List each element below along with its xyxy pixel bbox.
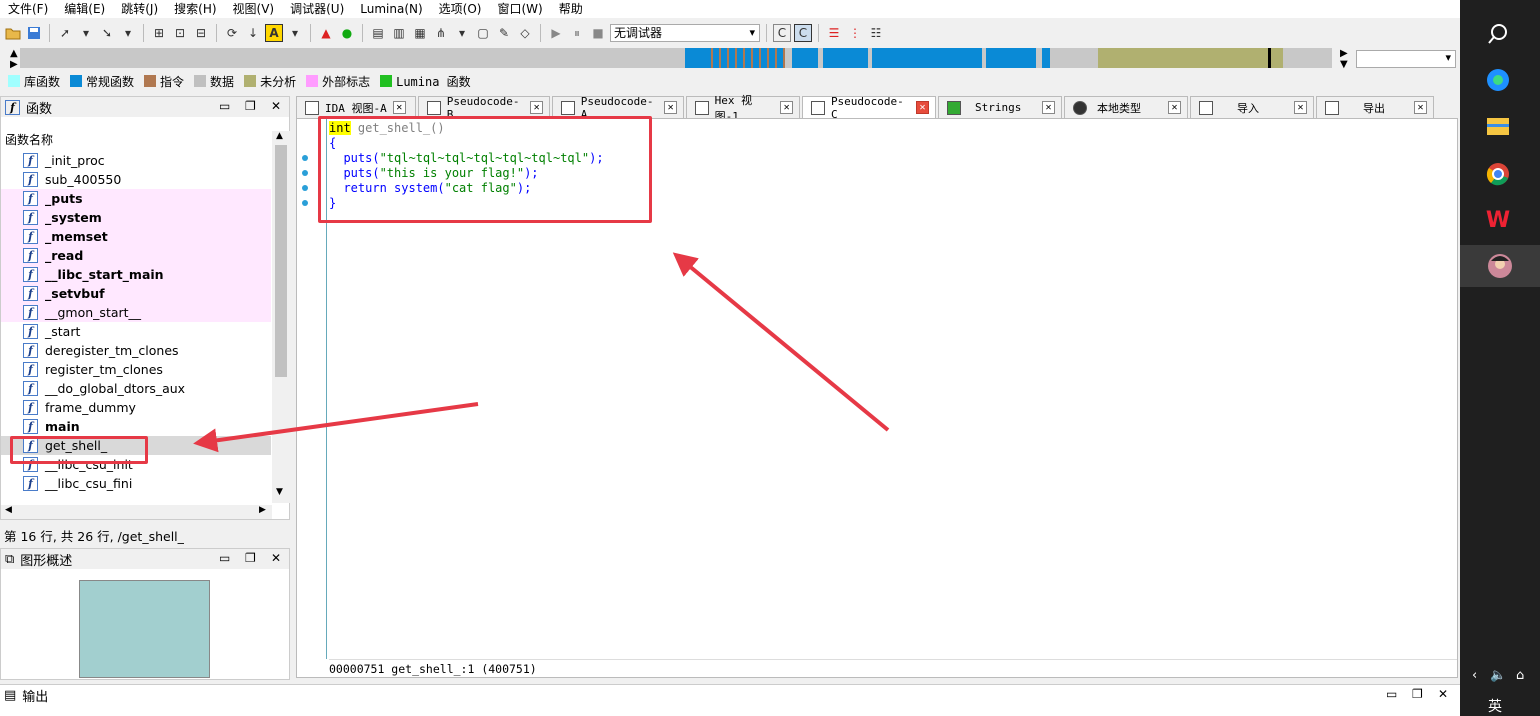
system-tray: ‹ 🔈 ⌂ 英: [1460, 660, 1540, 716]
file-explorer-icon[interactable]: [1482, 110, 1514, 142]
chrome-icon[interactable]: [1482, 158, 1514, 190]
annotation-arrows: [193, 252, 890, 453]
annotation-arrow-code: [672, 252, 890, 432]
avatar-icon[interactable]: [1460, 245, 1540, 287]
edge-icon[interactable]: [1482, 64, 1514, 96]
ime-indicator[interactable]: 英: [1488, 696, 1502, 716]
chevron-left-icon[interactable]: ‹: [1472, 668, 1477, 683]
taskbar: W: [1460, 0, 1540, 716]
network-icon[interactable]: ⌂: [1516, 668, 1524, 683]
volume-icon[interactable]: 🔈: [1490, 668, 1506, 683]
search-icon[interactable]: [1482, 18, 1514, 50]
wps-icon[interactable]: W: [1482, 204, 1514, 236]
annotation-arrow-function: [193, 402, 479, 453]
